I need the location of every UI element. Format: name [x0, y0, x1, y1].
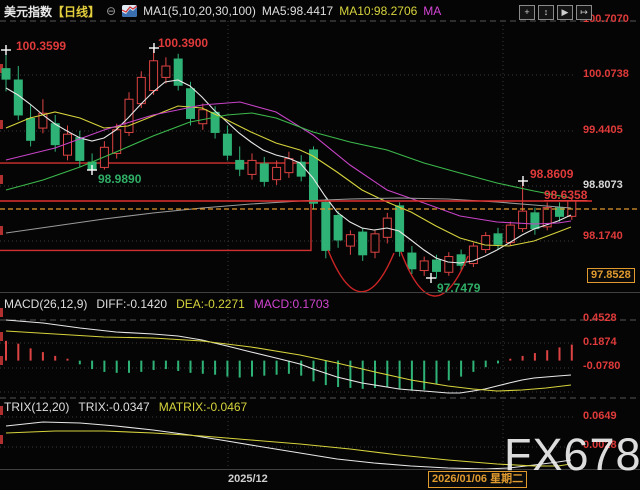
- left-axis-fragment: [0, 435, 3, 444]
- left-axis-fragment: [0, 308, 3, 317]
- ma-group-label: MA1(5,10,20,30,100): [143, 4, 256, 18]
- symbol-title: 美元指数【日线】: [4, 3, 100, 20]
- y-axis-label: 99.4405: [583, 124, 623, 137]
- chart-window: 美元指数【日线】 ⊖ MA1(5,10,20,30,100) MA5:98.44…: [0, 0, 640, 490]
- macd-title-row: MACD(26,12,9) DIFF:-0.1420 DEA:-0.2271 M…: [4, 297, 329, 311]
- candle-body: [260, 164, 268, 181]
- candle-body: [27, 118, 35, 140]
- macd-diff-value: DIFF:-0.1420: [96, 297, 167, 311]
- candle-body: [76, 138, 84, 161]
- macd-macd-value: MACD:0.1703: [254, 297, 329, 311]
- candle-body: [137, 77, 145, 103]
- left-axis-fragment: [0, 406, 3, 415]
- axis-scale-icon[interactable]: ↕: [538, 5, 554, 20]
- ma10-value: MA10:98.2706: [339, 4, 417, 18]
- candle-body: [2, 69, 10, 79]
- left-axis-fragment: [0, 120, 3, 129]
- candle-body: [445, 257, 453, 273]
- ma5-value: MA5:98.4417: [262, 4, 333, 18]
- macd-title[interactable]: MACD(26,12,9): [4, 297, 87, 311]
- symbol-name: 美元指数: [4, 5, 52, 19]
- price-annotation: 98.9890: [98, 172, 141, 186]
- candle-body: [51, 124, 59, 145]
- y-axis-label: 100.0738: [583, 68, 629, 81]
- candle-body: [285, 159, 293, 173]
- left-axis-fragment: [0, 175, 3, 184]
- candle-body: [125, 99, 133, 132]
- candle-body: [420, 261, 428, 271]
- candle-body: [273, 167, 281, 179]
- candle-body: [494, 234, 502, 244]
- trix-line: [6, 422, 571, 469]
- candle-body: [371, 234, 379, 252]
- candle-body: [396, 206, 404, 251]
- y-axis-label: 0.4528: [583, 312, 617, 325]
- trix-title[interactable]: TRIX(12,20): [4, 400, 69, 414]
- trix-value: TRIX:-0.0347: [78, 400, 149, 414]
- ma100-line: [6, 198, 571, 233]
- price-annotation: 98.6358: [544, 188, 587, 202]
- candle-body: [519, 211, 527, 228]
- collapse-icon[interactable]: ⊖: [106, 5, 116, 17]
- left-axis-fragment: [0, 226, 3, 235]
- x-axis-label: 2025/12: [228, 473, 268, 485]
- candle-body: [113, 130, 121, 154]
- drawn-arc: [328, 250, 394, 292]
- y-axis-label: 98.1740: [583, 230, 623, 243]
- candle-body: [162, 66, 170, 77]
- pan-right-icon[interactable]: ↦: [576, 5, 592, 20]
- candle-body: [187, 89, 195, 119]
- y-axis-label: 0.0649: [583, 410, 617, 423]
- candle-body: [334, 215, 342, 239]
- candle-body: [236, 160, 244, 169]
- price-annotation: 98.8609: [530, 167, 573, 181]
- candle-body: [150, 61, 158, 91]
- chart-canvas[interactable]: [0, 0, 640, 490]
- trix-matrix-line: [6, 431, 571, 466]
- candle-body: [199, 110, 207, 124]
- trix-title-row: TRIX(12,20) TRIX:-0.0347 MATRIX:-0.0467: [4, 400, 247, 414]
- candle-body: [408, 253, 416, 269]
- candle-body: [531, 213, 539, 229]
- left-axis-fragment: [0, 332, 3, 341]
- ma20-value: MA: [423, 4, 441, 18]
- candle-body: [359, 232, 367, 255]
- trix-matrix-value: MATRIX:-0.0467: [159, 400, 247, 414]
- crosshair-icon[interactable]: +: [519, 5, 535, 20]
- price-annotation: 100.3900: [158, 36, 208, 50]
- indicator-thumbnail-icon[interactable]: [122, 5, 137, 17]
- crosshair-price-label: 97.8528: [587, 268, 635, 283]
- price-annotation: 97.7479: [437, 281, 480, 295]
- price-annotation: 100.3599: [16, 39, 66, 53]
- period-label[interactable]: 【日线】: [52, 5, 100, 19]
- macd-diff-line: [6, 320, 571, 393]
- header-bar: 美元指数【日线】 ⊖ MA1(5,10,20,30,100) MA5:98.44…: [4, 3, 441, 19]
- fx678-watermark: FX678: [504, 429, 640, 481]
- chart-toolbar: +↕▶↦: [519, 5, 592, 20]
- y-axis-label: 98.8073: [583, 179, 623, 192]
- y-axis-label: -0.0780: [583, 360, 620, 373]
- candle-body: [346, 235, 354, 246]
- candle-body: [223, 134, 231, 155]
- candle-body: [248, 160, 256, 174]
- macd-dea-value: DEA:-0.2271: [176, 297, 245, 311]
- candle-body: [482, 236, 490, 250]
- y-axis-label: 0.1874: [583, 336, 617, 349]
- left-axis-fragment: [0, 356, 3, 365]
- candle-body: [433, 260, 441, 271]
- auto-scroll-icon[interactable]: ▶: [557, 5, 573, 20]
